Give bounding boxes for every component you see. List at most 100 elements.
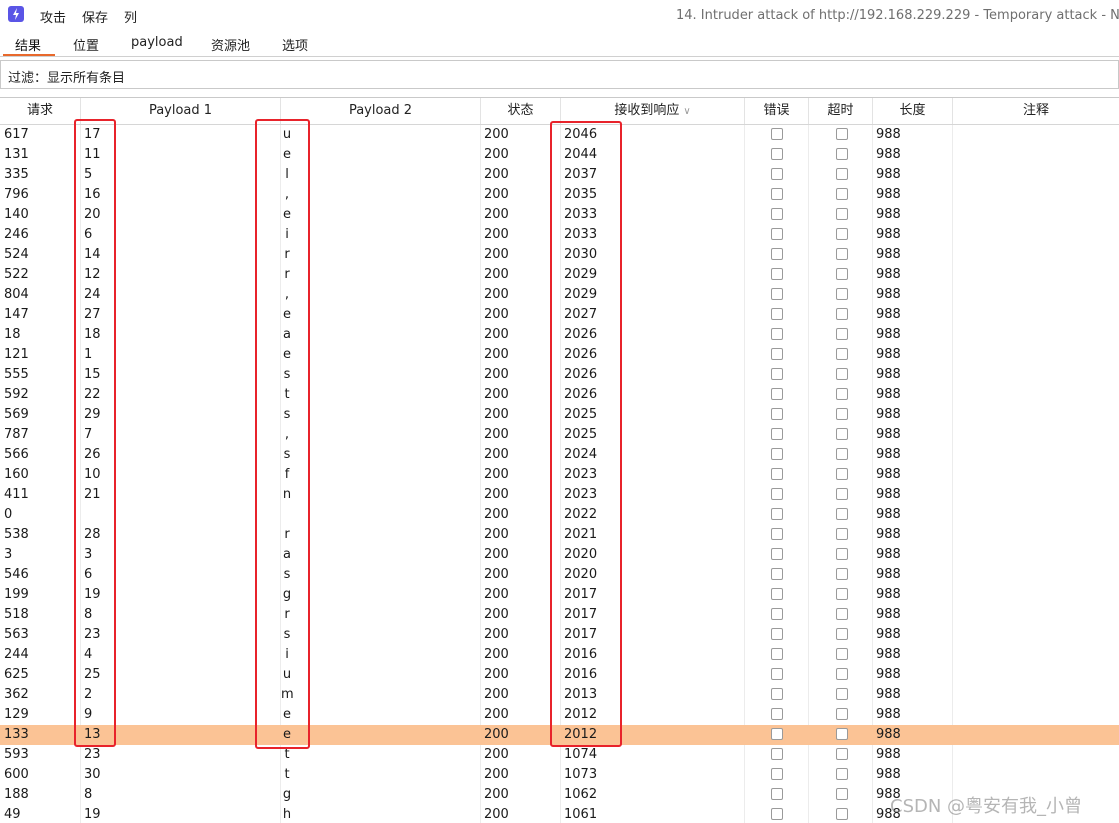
error-checkbox[interactable]: [771, 128, 783, 140]
timeout-checkbox[interactable]: [836, 648, 848, 660]
timeout-checkbox[interactable]: [836, 668, 848, 680]
error-checkbox[interactable]: [771, 608, 783, 620]
error-checkbox[interactable]: [771, 408, 783, 420]
error-checkbox[interactable]: [771, 748, 783, 760]
timeout-checkbox[interactable]: [836, 188, 848, 200]
cell-length: 988: [876, 227, 901, 242]
timeout-checkbox[interactable]: [836, 348, 848, 360]
timeout-checkbox[interactable]: [836, 688, 848, 700]
column-header-status[interactable]: 状态: [481, 98, 561, 124]
timeout-checkbox[interactable]: [836, 548, 848, 560]
cell-length: 988: [876, 487, 901, 502]
timeout-checkbox[interactable]: [836, 508, 848, 520]
column-header-error[interactable]: 错误: [745, 98, 809, 124]
annotation-box-response-time: [550, 121, 622, 747]
timeout-checkbox[interactable]: [836, 708, 848, 720]
timeout-checkbox[interactable]: [836, 248, 848, 260]
cell-request: 617: [4, 127, 29, 142]
timeout-checkbox[interactable]: [836, 268, 848, 280]
error-checkbox[interactable]: [771, 528, 783, 540]
error-checkbox[interactable]: [771, 168, 783, 180]
timeout-checkbox[interactable]: [836, 428, 848, 440]
cell-status: 200: [484, 247, 509, 262]
error-checkbox[interactable]: [771, 468, 783, 480]
error-checkbox[interactable]: [771, 328, 783, 340]
error-checkbox[interactable]: [771, 268, 783, 280]
tab-results[interactable]: 结果: [15, 35, 41, 54]
error-checkbox[interactable]: [771, 788, 783, 800]
timeout-checkbox[interactable]: [836, 748, 848, 760]
error-checkbox[interactable]: [771, 148, 783, 160]
tab-options[interactable]: 选项: [282, 35, 308, 54]
column-header-label: 请求: [26, 103, 53, 118]
table-row[interactable]: 600 30 t 200 1073 988: [0, 765, 1119, 785]
timeout-checkbox[interactable]: [836, 148, 848, 160]
error-checkbox[interactable]: [771, 188, 783, 200]
column-header-length[interactable]: 长度: [873, 98, 953, 124]
error-checkbox[interactable]: [771, 708, 783, 720]
error-checkbox[interactable]: [771, 808, 783, 820]
timeout-checkbox[interactable]: [836, 308, 848, 320]
timeout-checkbox[interactable]: [836, 448, 848, 460]
menu-attack[interactable]: 攻击: [40, 7, 66, 26]
filter-bar[interactable]: 过滤：显示所有条目: [0, 60, 1119, 89]
error-checkbox[interactable]: [771, 628, 783, 640]
error-checkbox[interactable]: [771, 388, 783, 400]
error-checkbox[interactable]: [771, 428, 783, 440]
column-header-timeout[interactable]: 超时: [809, 98, 873, 124]
error-checkbox[interactable]: [771, 588, 783, 600]
error-checkbox[interactable]: [771, 668, 783, 680]
error-checkbox[interactable]: [771, 228, 783, 240]
timeout-checkbox[interactable]: [836, 728, 848, 740]
timeout-checkbox[interactable]: [836, 808, 848, 820]
error-checkbox[interactable]: [771, 308, 783, 320]
cell-length: 988: [876, 767, 901, 782]
menu-save[interactable]: 保存: [82, 7, 108, 26]
cell-status: 200: [484, 787, 509, 802]
error-checkbox[interactable]: [771, 508, 783, 520]
error-checkbox[interactable]: [771, 688, 783, 700]
cell-status: 200: [484, 407, 509, 422]
timeout-checkbox[interactable]: [836, 128, 848, 140]
timeout-checkbox[interactable]: [836, 228, 848, 240]
timeout-checkbox[interactable]: [836, 468, 848, 480]
error-checkbox[interactable]: [771, 248, 783, 260]
timeout-checkbox[interactable]: [836, 528, 848, 540]
timeout-checkbox[interactable]: [836, 628, 848, 640]
column-header-payload2[interactable]: Payload 2: [281, 98, 481, 124]
timeout-checkbox[interactable]: [836, 368, 848, 380]
timeout-checkbox[interactable]: [836, 488, 848, 500]
timeout-checkbox[interactable]: [836, 288, 848, 300]
table-row[interactable]: 593 23 t 200 1074 988: [0, 745, 1119, 765]
error-checkbox[interactable]: [771, 208, 783, 220]
cell-request: 593: [4, 747, 29, 762]
error-checkbox[interactable]: [771, 648, 783, 660]
timeout-checkbox[interactable]: [836, 408, 848, 420]
timeout-checkbox[interactable]: [836, 768, 848, 780]
error-checkbox[interactable]: [771, 728, 783, 740]
timeout-checkbox[interactable]: [836, 608, 848, 620]
error-checkbox[interactable]: [771, 368, 783, 380]
menu-columns[interactable]: 列: [124, 7, 137, 26]
column-header-request[interactable]: 请求: [0, 98, 81, 124]
error-checkbox[interactable]: [771, 448, 783, 460]
sort-descending-icon: ∨: [683, 106, 691, 117]
timeout-checkbox[interactable]: [836, 328, 848, 340]
timeout-checkbox[interactable]: [836, 788, 848, 800]
cell-request: 600: [4, 767, 29, 782]
column-header-comment[interactable]: 注释: [953, 98, 1119, 124]
timeout-checkbox[interactable]: [836, 568, 848, 580]
error-checkbox[interactable]: [771, 488, 783, 500]
timeout-checkbox[interactable]: [836, 588, 848, 600]
timeout-checkbox[interactable]: [836, 168, 848, 180]
error-checkbox[interactable]: [771, 348, 783, 360]
timeout-checkbox[interactable]: [836, 388, 848, 400]
tab-positions[interactable]: 位置: [73, 35, 99, 54]
tab-resource-pool[interactable]: 资源池: [211, 35, 250, 54]
error-checkbox[interactable]: [771, 568, 783, 580]
error-checkbox[interactable]: [771, 548, 783, 560]
tab-payloads[interactable]: payload: [131, 35, 183, 50]
error-checkbox[interactable]: [771, 288, 783, 300]
timeout-checkbox[interactable]: [836, 208, 848, 220]
error-checkbox[interactable]: [771, 768, 783, 780]
